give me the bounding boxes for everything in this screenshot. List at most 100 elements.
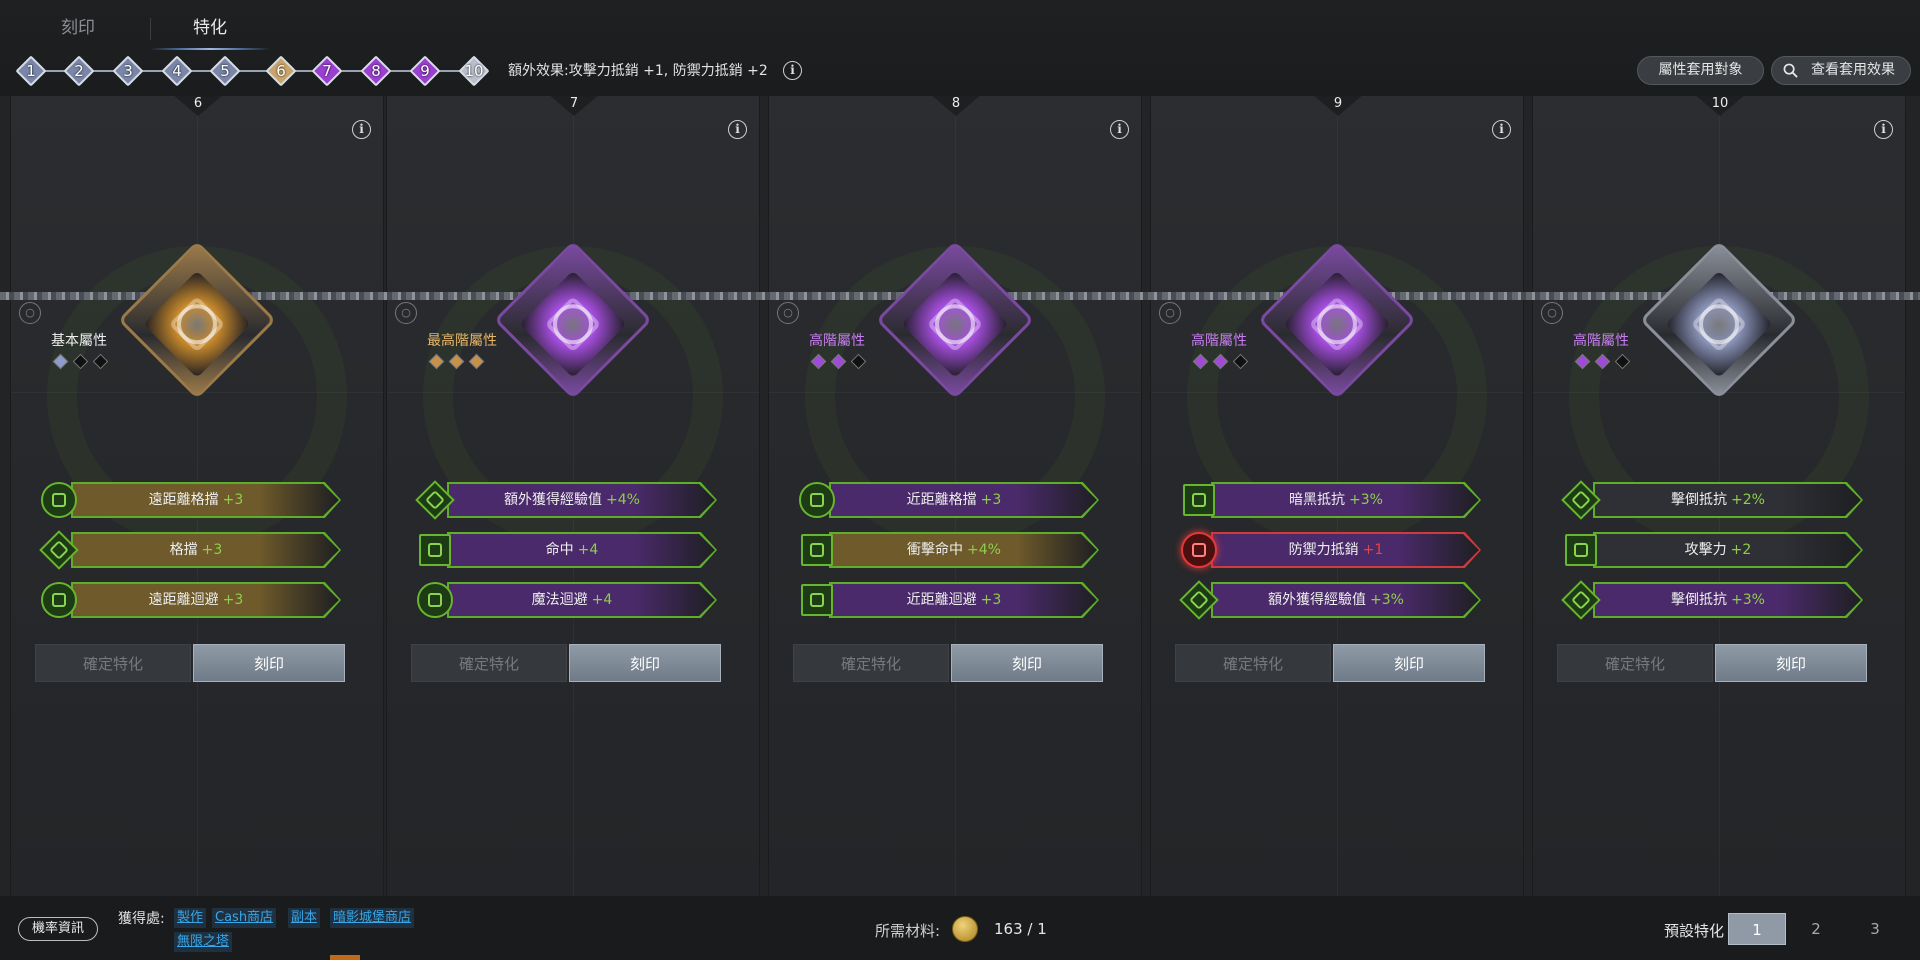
glyph bbox=[428, 543, 442, 557]
preset-1-button[interactable]: 1 bbox=[1728, 913, 1786, 945]
apply-targets-button[interactable]: 屬性套用對象 bbox=[1637, 56, 1764, 85]
stage-step-7[interactable]: 7 bbox=[311, 55, 343, 87]
stage-step-10[interactable]: 10 bbox=[458, 55, 490, 87]
confirm-specialize-button[interactable]: 確定特化 bbox=[1175, 644, 1331, 682]
gem-icon bbox=[1192, 353, 1209, 370]
lock-icon[interactable]: ○ bbox=[777, 302, 799, 324]
stat-row[interactable]: 擊倒抵抗 +2% bbox=[1561, 480, 1873, 520]
stat-text: 衝擊命中 +4% bbox=[829, 530, 1079, 570]
engrave-button[interactable]: 刻印 bbox=[951, 644, 1103, 682]
stat-row[interactable]: 擊倒抵抗 +3% bbox=[1561, 580, 1873, 620]
stage-step-5[interactable]: 5 bbox=[209, 55, 241, 87]
stage-step-1[interactable]: 1 bbox=[15, 55, 47, 87]
stat-value: +3% bbox=[1349, 492, 1383, 508]
stat-row[interactable]: 暗黑抵抗 +3% bbox=[1181, 480, 1491, 520]
stage-number: 6 bbox=[276, 62, 286, 80]
lock-icon[interactable]: ○ bbox=[1159, 302, 1181, 324]
stage-step-6[interactable]: 6 bbox=[265, 55, 297, 87]
lock-icon[interactable]: ○ bbox=[1541, 302, 1563, 324]
specialization-panel-10: 10 i ○ 高階屬性 擊倒抵抗 +2% 攻擊力 +2 擊倒抵抗 +3% 確定特化 刻印 bbox=[1532, 96, 1906, 896]
preset-3-button[interactable]: 3 bbox=[1846, 913, 1904, 945]
gem-icon bbox=[72, 353, 89, 370]
stat-text: 攻擊力 +2 bbox=[1593, 530, 1843, 570]
tier-label: 高階屬性 bbox=[809, 333, 865, 349]
glyph bbox=[810, 593, 824, 607]
stat-row[interactable]: 額外獲得經驗值 +4% bbox=[415, 480, 727, 520]
tab-specialize[interactable]: 特化 bbox=[150, 14, 270, 50]
info-icon[interactable]: i bbox=[1110, 120, 1129, 139]
ram-helmet-icon bbox=[1565, 534, 1597, 566]
engrave-button[interactable]: 刻印 bbox=[193, 644, 345, 682]
stat-row[interactable]: 魔法迴避 +4 bbox=[417, 580, 727, 620]
gem-icon bbox=[428, 353, 445, 370]
stat-row[interactable]: 遠距離格擋 +3 bbox=[41, 480, 351, 520]
gem-icon bbox=[1212, 353, 1229, 370]
stage-step-9[interactable]: 9 bbox=[409, 55, 441, 87]
preset-2-button[interactable]: 2 bbox=[1787, 913, 1845, 945]
info-icon[interactable]: i bbox=[783, 61, 802, 80]
ram-helmet-icon bbox=[801, 584, 833, 616]
specialization-panel-8: 8 i ○ 高階屬性 近距離格擋 +3 衝擊命中 +4% 近距離迴避 +3 確定特化 刻印 bbox=[768, 96, 1142, 896]
stage-number: 2 bbox=[74, 62, 84, 80]
view-effects-button[interactable]: 查看套用效果 bbox=[1771, 56, 1911, 85]
obtain-link[interactable]: 無限之塔 bbox=[174, 932, 233, 952]
confirm-specialize-button[interactable]: 確定特化 bbox=[1557, 644, 1713, 682]
stage-step-2[interactable]: 2 bbox=[63, 55, 95, 87]
stat-text: 暗黑抵抗 +3% bbox=[1211, 480, 1461, 520]
glyph bbox=[49, 540, 69, 560]
preset-label: 預設特化 bbox=[1664, 922, 1725, 940]
stat-row[interactable]: 近距離格擋 +3 bbox=[799, 480, 1109, 520]
stage-step-3[interactable]: 3 bbox=[112, 55, 144, 87]
stat-row[interactable]: 遠距離迴避 +3 bbox=[41, 580, 351, 620]
panel-number-tab: 9 bbox=[1312, 96, 1364, 116]
engrave-button[interactable]: 刻印 bbox=[1715, 644, 1867, 682]
stat-value: +4 bbox=[591, 592, 613, 608]
confirm-specialize-button[interactable]: 確定特化 bbox=[793, 644, 949, 682]
search-icon bbox=[1783, 63, 1798, 78]
confirm-specialize-button[interactable]: 確定特化 bbox=[35, 644, 191, 682]
obtain-link[interactable]: 製作 bbox=[174, 908, 207, 928]
glyph bbox=[428, 593, 442, 607]
obtain-link[interactable]: Cash商店 bbox=[212, 908, 277, 928]
stat-row[interactable]: 格擋 +3 bbox=[39, 530, 351, 570]
stat-value: +3% bbox=[1370, 592, 1404, 608]
stat-text: 近距離迴避 +3 bbox=[829, 580, 1079, 620]
stat-row[interactable]: 命中 +4 bbox=[417, 530, 727, 570]
tier-label: 最高階屬性 bbox=[427, 333, 497, 349]
stat-text: 遠距離迴避 +3 bbox=[71, 580, 321, 620]
panel-number-tab: 10 bbox=[1694, 96, 1746, 116]
tier-label: 基本屬性 bbox=[51, 333, 107, 349]
lock-icon[interactable]: ○ bbox=[395, 302, 417, 324]
obtain-link[interactable]: 副本 bbox=[288, 908, 321, 928]
tab-engrave[interactable]: 刻印 bbox=[18, 14, 138, 42]
lock-icon[interactable]: ○ bbox=[19, 302, 41, 324]
stat-row[interactable]: 近距離迴避 +3 bbox=[799, 580, 1109, 620]
obtain-link[interactable]: 暗影城堡商店 bbox=[330, 908, 415, 928]
stat-text: 擊倒抵抗 +2% bbox=[1593, 480, 1843, 520]
stat-row[interactable]: 防禦力抵銷 +1 bbox=[1181, 530, 1491, 570]
engrave-button[interactable]: 刻印 bbox=[569, 644, 721, 682]
confirm-specialize-button[interactable]: 確定特化 bbox=[411, 644, 567, 682]
info-icon[interactable]: i bbox=[352, 120, 371, 139]
tier-gems bbox=[1192, 352, 1255, 370]
celtic-knot-frame bbox=[1308, 295, 1366, 353]
engrave-button[interactable]: 刻印 bbox=[1333, 644, 1485, 682]
stat-row[interactable]: 額外獲得經驗值 +3% bbox=[1179, 580, 1491, 620]
gem-icon bbox=[830, 353, 847, 370]
helmet-icon bbox=[1181, 532, 1217, 568]
info-icon[interactable]: i bbox=[728, 120, 747, 139]
stage-step-8[interactable]: 8 bbox=[360, 55, 392, 87]
stage-step-4[interactable]: 4 bbox=[161, 55, 193, 87]
info-icon[interactable]: i bbox=[1492, 120, 1511, 139]
info-icon[interactable]: i bbox=[1874, 120, 1893, 139]
stage-number: 10 bbox=[464, 62, 484, 80]
stat-value: +2% bbox=[1731, 492, 1765, 508]
glyph bbox=[1192, 493, 1206, 507]
celtic-knot-frame bbox=[926, 295, 984, 353]
coin-icon bbox=[952, 916, 978, 942]
panel-number-tab: 7 bbox=[548, 96, 600, 116]
probability-info-button[interactable]: 機率資訊 bbox=[18, 917, 98, 941]
gem-icon bbox=[468, 353, 485, 370]
stat-row[interactable]: 攻擊力 +2 bbox=[1563, 530, 1873, 570]
stat-row[interactable]: 衝擊命中 +4% bbox=[799, 530, 1109, 570]
